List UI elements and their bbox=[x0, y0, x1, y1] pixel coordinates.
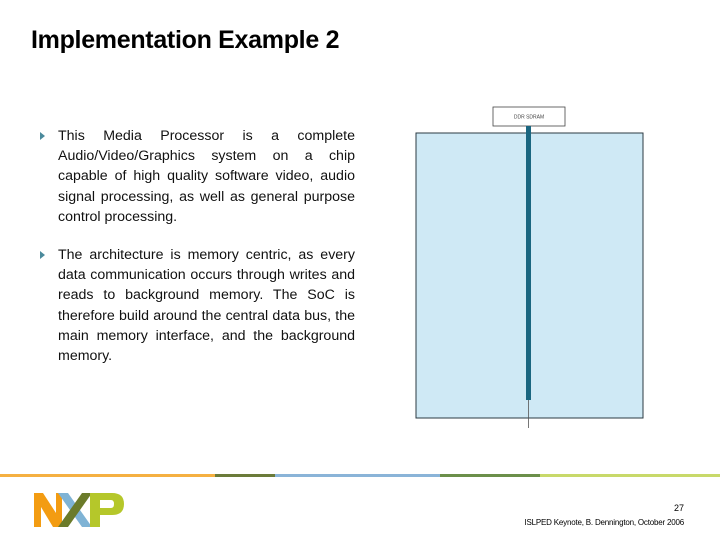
central-data-bus bbox=[526, 126, 531, 400]
footer-line-segment bbox=[275, 474, 440, 477]
footer-divider bbox=[0, 474, 720, 477]
footer-line-segment bbox=[215, 474, 275, 477]
nxp-logo bbox=[34, 493, 124, 527]
footer-line-segment bbox=[540, 474, 720, 477]
ddr-sdram-label: DDR SDRAM bbox=[514, 114, 544, 120]
footer-line-segment bbox=[0, 474, 215, 477]
logo-p bbox=[90, 493, 124, 527]
footer-citation: ISLPED Keynote, B. Dennington, October 2… bbox=[524, 518, 684, 527]
logo-n bbox=[34, 493, 62, 527]
soc-block-diagram: DDR SDRAM bbox=[415, 106, 644, 428]
page-number: 27 bbox=[673, 503, 684, 513]
footer-line-segment bbox=[440, 474, 540, 477]
